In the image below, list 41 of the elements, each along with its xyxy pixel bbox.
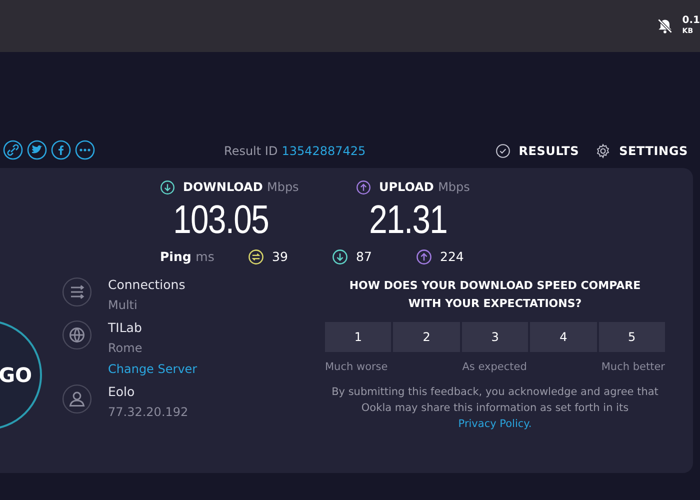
person-icon	[62, 384, 92, 414]
server-detail: Rome	[108, 341, 144, 356]
connections-icon	[62, 276, 92, 307]
rating-button[interactable]: 2	[393, 322, 460, 352]
rating-button[interactable]: 1	[325, 322, 392, 352]
result-id-label: Result ID	[224, 143, 278, 160]
ping-value: 224	[440, 248, 464, 266]
feedback-question: HOW DOES YOUR DOWNLOAD SPEED COMPARE WITH YOUR EXPECTATIONS?	[348, 278, 642, 312]
facebook-icon[interactable]	[51, 140, 71, 160]
notifications-muted-icon[interactable]	[656, 17, 674, 35]
settings-icon	[595, 143, 612, 159]
download-label: DOWNLOAD Mbps	[183, 179, 299, 196]
scale-label: As expected	[462, 360, 527, 376]
rating-button[interactable]: 5	[598, 322, 666, 352]
scale-label: Much worse	[325, 360, 388, 376]
results-button[interactable]: RESULTS	[494, 142, 580, 160]
ping-label: Ping ms	[160, 248, 216, 266]
bird-icon[interactable]	[27, 140, 47, 160]
provider-detail: 77.32.20.192	[108, 404, 188, 420]
link-icon[interactable]	[3, 140, 23, 160]
privacy-policy-link[interactable]: Privacy Policy.	[458, 418, 532, 430]
check-circle-icon	[494, 143, 511, 159]
provider-title: Eolo	[108, 384, 136, 399]
ping-value: 39	[272, 248, 288, 266]
connections-title: Connections	[108, 276, 186, 292]
connections-detail: Multi	[108, 298, 138, 312]
ping-value: 87	[356, 248, 372, 266]
feedback-notice: By submitting this feedback, you acknowledge and agree that Ookla may share this information as set forth in its Privacy Policy.	[330, 384, 660, 432]
network-speed: 0.1	[682, 16, 700, 26]
server-title: TILab	[108, 320, 143, 336]
upload-label: UPLOAD Mbps	[379, 179, 470, 196]
download-speed-value: 103.05	[172, 200, 270, 240]
more-icon[interactable]	[75, 140, 95, 160]
change-server-link[interactable]: Change Server	[108, 362, 198, 376]
globe-icon	[62, 320, 92, 350]
upload-speed-value: 21.31	[368, 200, 448, 240]
rating-button[interactable]: 4	[530, 322, 597, 352]
scale-label: Much better	[601, 360, 665, 376]
result-id-link[interactable]: 13542887425	[282, 142, 366, 160]
settings-button[interactable]: SETTINGS	[595, 142, 688, 160]
rating-button[interactable]: 3	[462, 322, 528, 352]
